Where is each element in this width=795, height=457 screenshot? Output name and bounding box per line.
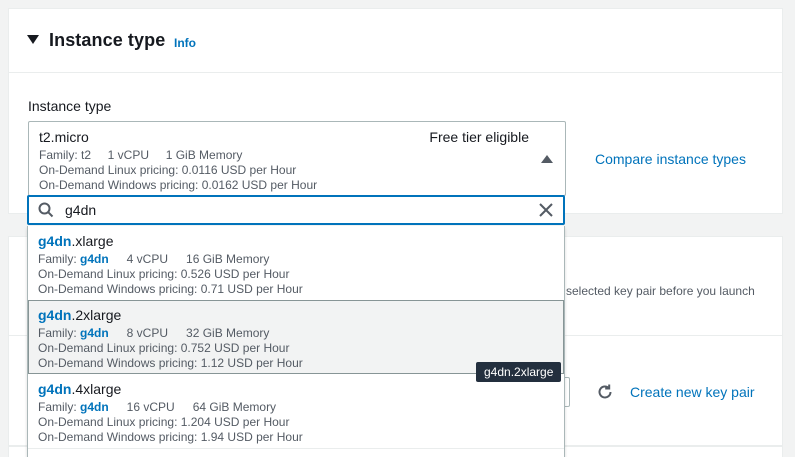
option-tooltip: g4dn.2xlarge bbox=[476, 362, 562, 382]
option-g4dn-4xlarge[interactable]: g4dn.4xlarge Family: g4dn 16 vCPU 64 GiB M… bbox=[28, 374, 564, 448]
instance-search-input[interactable]: g4dn bbox=[27, 195, 565, 225]
instance-type-header[interactable]: Instance type Info bbox=[9, 9, 782, 73]
caret-up-icon[interactable] bbox=[541, 155, 553, 163]
option-g4dn-xlarge[interactable]: g4dn.xlarge Family: g4dn 4 vCPU 16 GiB Mem… bbox=[28, 226, 564, 300]
refresh-icon[interactable] bbox=[595, 382, 615, 402]
caret-down-icon[interactable] bbox=[27, 35, 39, 44]
close-icon[interactable] bbox=[538, 202, 554, 218]
option-family-line: Family: g4dn 16 vCPU 64 GiB Memory bbox=[38, 400, 277, 414]
panel-title: Instance type bbox=[49, 30, 166, 50]
option-linux-pricing: On-Demand Linux pricing: 1.204 USD per H… bbox=[38, 415, 290, 429]
option-family-line: Family: g4dn 4 vCPU 16 GiB Memory bbox=[38, 252, 270, 266]
key-pair-hint: selected key pair before you launch bbox=[566, 284, 755, 298]
instance-type-select[interactable]: t2.micro Free tier eligible Family: t2 1… bbox=[28, 121, 566, 196]
create-new-key-pair-link[interactable]: Create new key pair bbox=[630, 384, 755, 400]
selected-instance-name: t2.micro bbox=[39, 129, 89, 145]
instance-type-dropdown: g4dn.xlarge Family: g4dn 4 vCPU 16 GiB Mem… bbox=[27, 226, 565, 457]
option-windows-pricing: On-Demand Windows pricing: 1.12 USD per … bbox=[38, 356, 303, 370]
option-name: g4dn.2xlarge bbox=[38, 307, 122, 323]
search-value: g4dn bbox=[65, 202, 97, 218]
selected-windows-pricing: On-Demand Windows pricing: 0.0162 USD pe… bbox=[39, 178, 318, 192]
option-name: g4dn.xlarge bbox=[38, 233, 114, 249]
info-link[interactable]: Info bbox=[174, 36, 196, 50]
instance-type-label: Instance type bbox=[28, 98, 112, 114]
free-tier-badge: Free tier eligible bbox=[429, 129, 529, 145]
divider bbox=[28, 448, 564, 449]
option-windows-pricing: On-Demand Windows pricing: 0.71 USD per … bbox=[38, 282, 303, 296]
option-name: g4dn.4xlarge bbox=[38, 381, 122, 397]
selected-family-line: Family: t2 1 vCPU 1 GiB Memory bbox=[39, 148, 243, 162]
option-linux-pricing: On-Demand Linux pricing: 0.526 USD per H… bbox=[38, 267, 290, 281]
option-linux-pricing: On-Demand Linux pricing: 0.752 USD per H… bbox=[38, 341, 290, 355]
search-icon bbox=[38, 202, 54, 218]
option-windows-pricing: On-Demand Windows pricing: 1.94 USD per … bbox=[38, 430, 303, 444]
selected-linux-pricing: On-Demand Linux pricing: 0.0116 USD per … bbox=[39, 163, 297, 177]
compare-instance-types-link[interactable]: Compare instance types bbox=[595, 151, 746, 167]
option-family-line: Family: g4dn 8 vCPU 32 GiB Memory bbox=[38, 326, 270, 340]
instance-type-panel: Instance type Info Instance type t2.micr… bbox=[8, 8, 783, 214]
